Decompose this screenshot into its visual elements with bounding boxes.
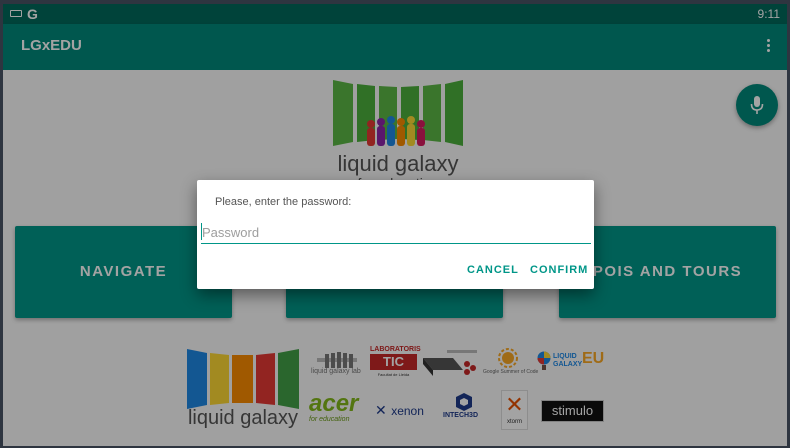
cancel-button[interactable]: CANCEL [467, 264, 519, 276]
device-screen: G 9:11 LGxEDU liquid galaxy NAVIGATE POI… [3, 4, 787, 446]
password-input[interactable] [201, 221, 591, 244]
password-dialog: Please, enter the password: CANCEL CONFI… [197, 180, 594, 289]
dialog-message: Please, enter the password: [215, 196, 352, 208]
confirm-button[interactable]: CONFIRM [530, 264, 588, 276]
text-cursor [201, 223, 202, 240]
